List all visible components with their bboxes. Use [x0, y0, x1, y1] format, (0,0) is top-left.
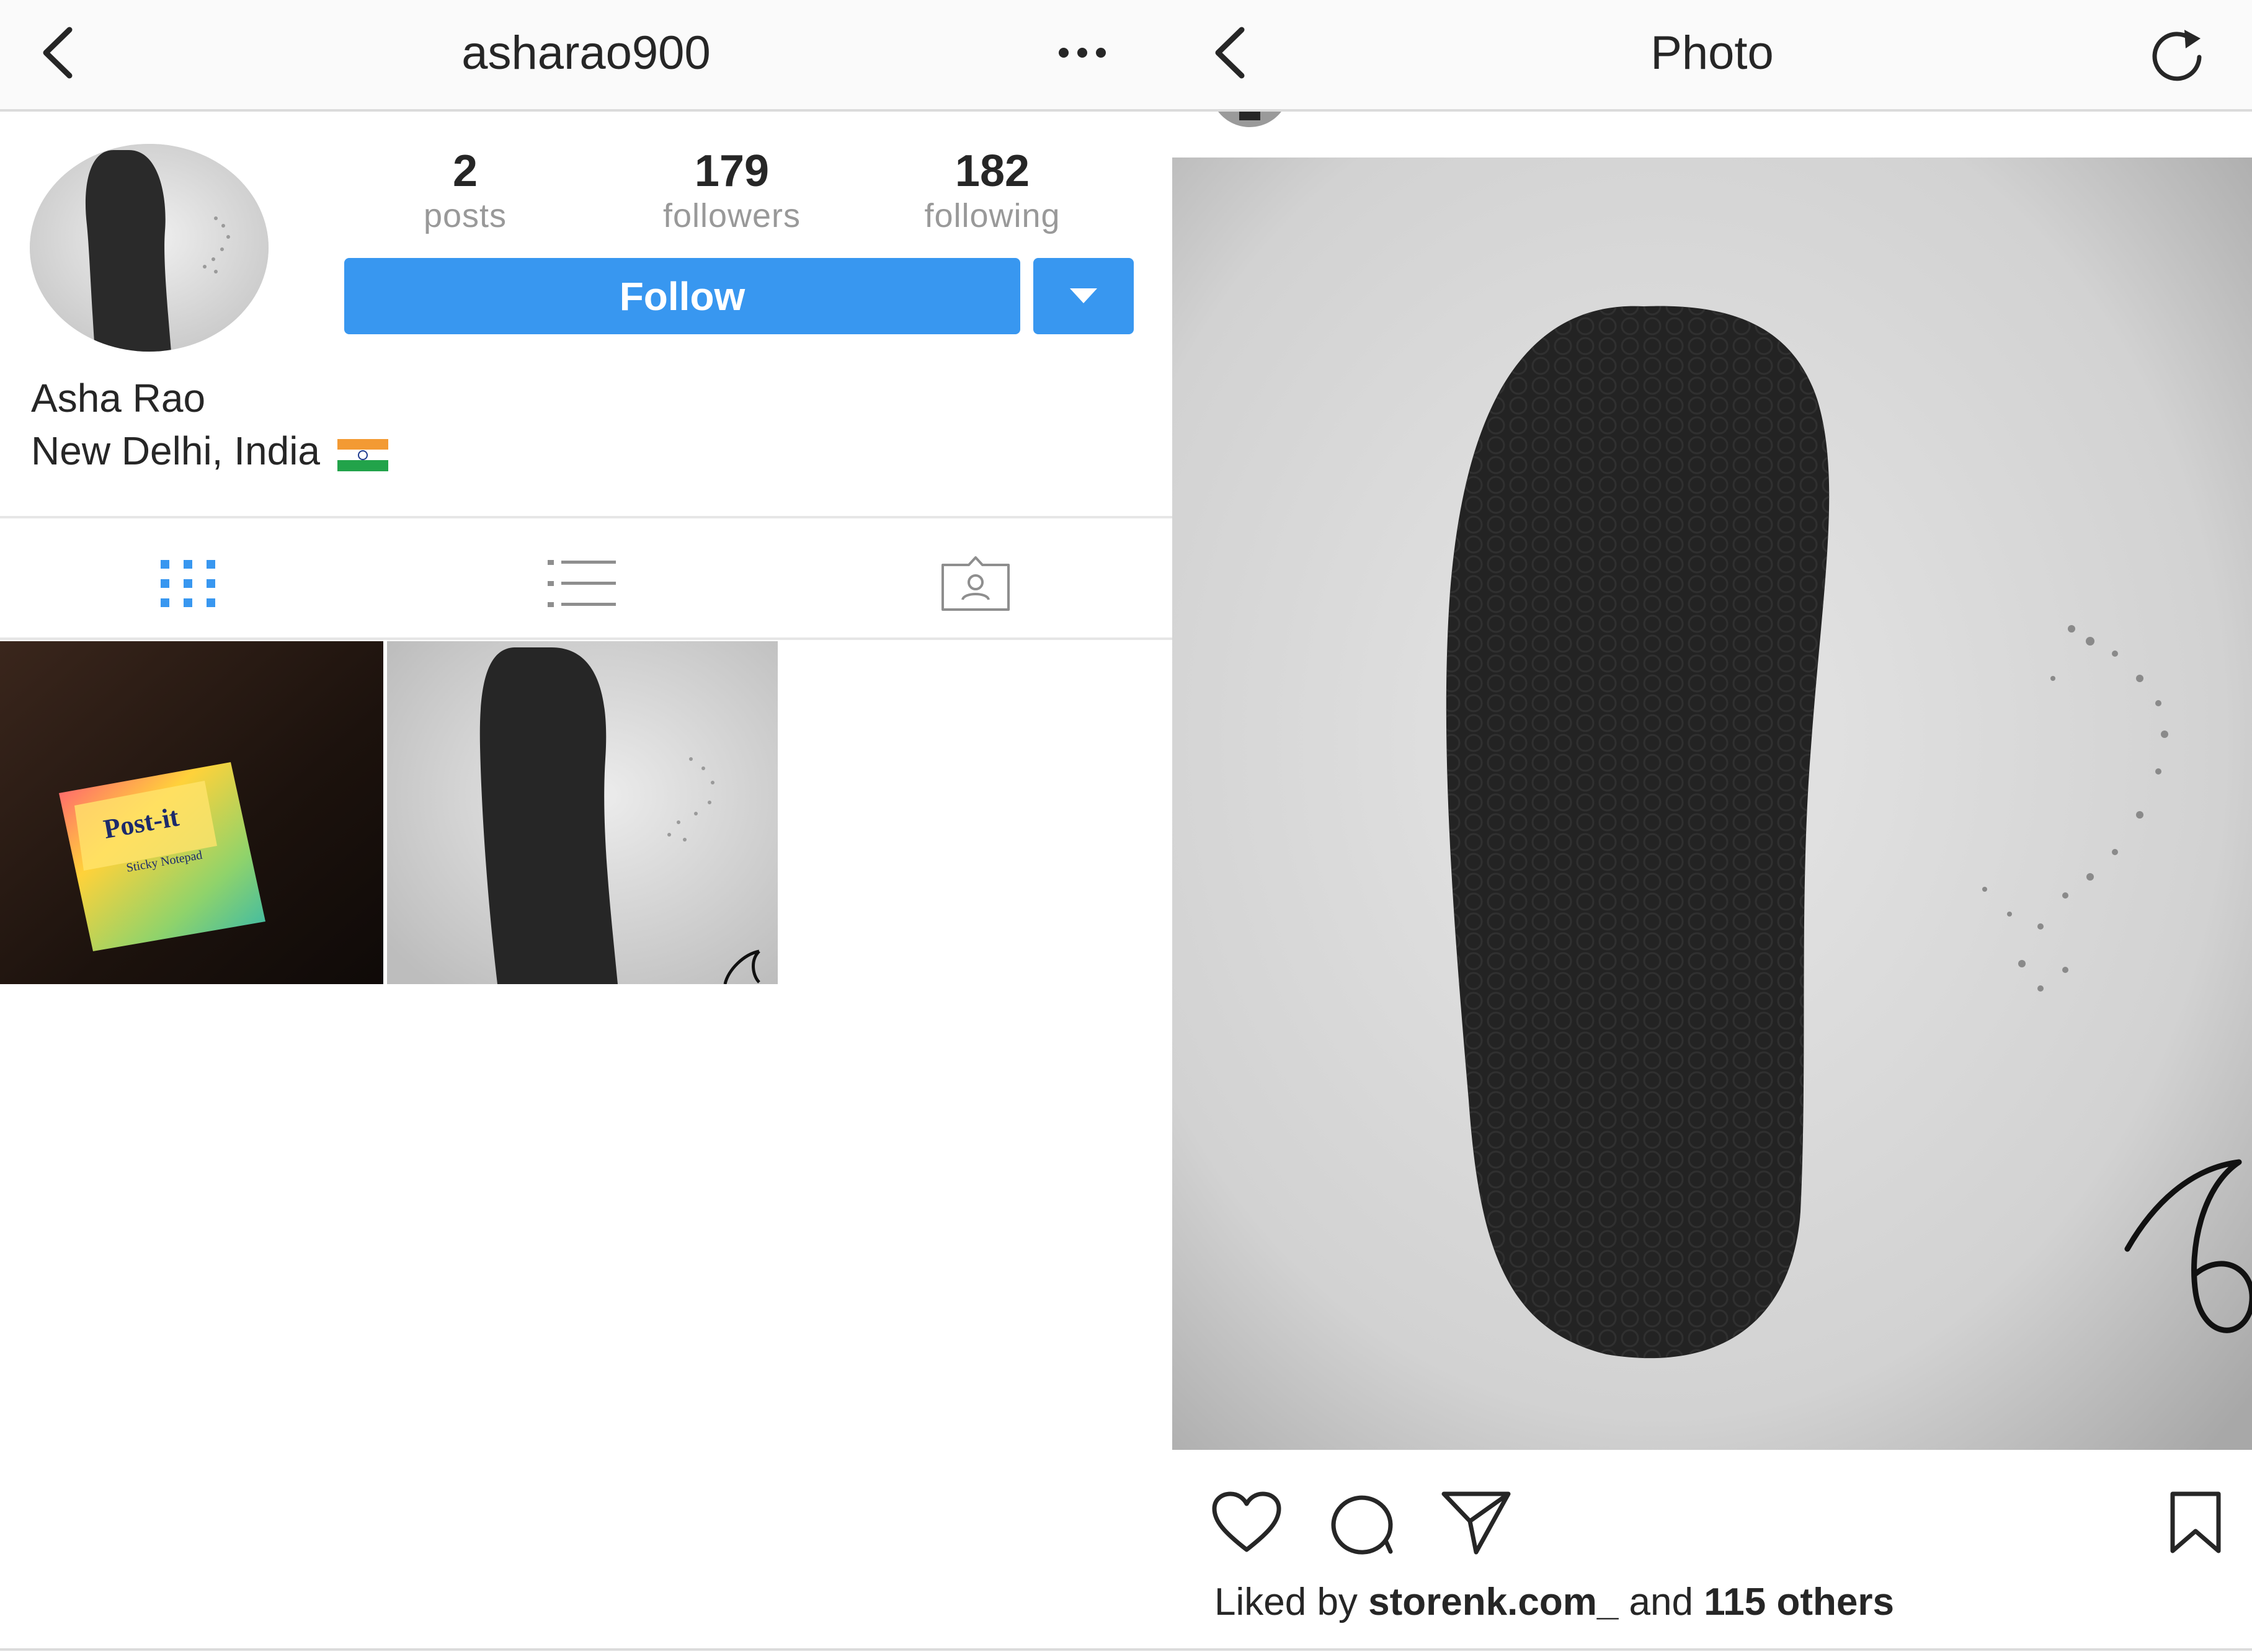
- sandal-photo: [387, 641, 778, 984]
- follow-button[interactable]: Follow: [344, 258, 1020, 334]
- likes-prefix: Liked by: [1214, 1581, 1369, 1623]
- share-button[interactable]: [1439, 1485, 1513, 1560]
- liker-username[interactable]: storenk.com_: [1368, 1581, 1618, 1623]
- likes-count[interactable]: 115 others: [1704, 1581, 1894, 1623]
- profile-bio-text: New Delhi, India: [31, 429, 320, 473]
- posts-label: posts: [423, 197, 507, 234]
- following-count: 182: [955, 146, 1030, 196]
- tagged-person-icon: [941, 556, 1010, 611]
- grid-icon: [161, 560, 215, 607]
- bookmark-icon: [2170, 1491, 2221, 1553]
- photo-screen: Photo Liked by storenk.com_ and 115 othe…: [1172, 0, 2252, 1652]
- following-label: following: [924, 197, 1061, 234]
- sticky-note-photo: Post-it Sticky Notepad: [0, 641, 383, 984]
- tab-list[interactable]: [541, 549, 622, 618]
- india-flag-icon: [337, 435, 388, 471]
- profile-username: asharao900: [461, 26, 711, 79]
- post-thumbnail-sticky-note[interactable]: Post-it Sticky Notepad: [0, 641, 383, 984]
- profile-stats: 2 posts 179 followers 182 following: [347, 144, 1135, 237]
- profile-navbar: asharao900: [0, 0, 1172, 112]
- profile-bio: New Delhi, India: [31, 428, 388, 474]
- likes-middle: and: [1618, 1581, 1704, 1623]
- profile-screen: asharao900 2 posts 179 followers 182 fol…: [0, 0, 1172, 1652]
- posts-count: 2: [452, 146, 478, 196]
- list-icon: [548, 560, 616, 607]
- more-horizontal-icon[interactable]: [1048, 19, 1116, 87]
- post-photo[interactable]: [1172, 158, 2252, 1450]
- chevron-left-icon[interactable]: [25, 19, 93, 87]
- followers-label: followers: [662, 197, 801, 234]
- comment-button[interactable]: [1324, 1485, 1399, 1560]
- likes-summary: Liked by storenk.com_ and 115 others: [1214, 1580, 1894, 1624]
- tab-grid[interactable]: [148, 549, 228, 618]
- comment-icon: [1331, 1495, 1393, 1555]
- profile-tabbar: [0, 516, 1172, 640]
- posts-stat[interactable]: 2 posts: [347, 144, 583, 237]
- send-icon: [1441, 1491, 1511, 1555]
- followers-stat[interactable]: 179 followers: [614, 144, 850, 237]
- tab-tagged[interactable]: [935, 549, 1016, 618]
- like-button[interactable]: [1209, 1485, 1284, 1560]
- sandal-photo: [1172, 158, 2252, 1450]
- chevron-left-icon[interactable]: [1197, 19, 1265, 87]
- photo-navbar: Photo: [1172, 0, 2252, 112]
- caret-down-icon: [1070, 288, 1097, 303]
- followers-count: 179: [694, 146, 770, 196]
- avatar[interactable]: [30, 144, 269, 352]
- heart-icon: [1212, 1491, 1281, 1552]
- photo-title: Photo: [1650, 26, 1774, 79]
- bottom-divider: [0, 1648, 2252, 1651]
- suggestions-dropdown-button[interactable]: [1033, 258, 1134, 334]
- save-button[interactable]: [2158, 1485, 2233, 1560]
- following-stat[interactable]: 182 following: [875, 144, 1110, 237]
- post-actions: [1172, 1476, 2252, 1563]
- profile-full-name: Asha Rao: [31, 376, 206, 420]
- post-thumbnail-sandal[interactable]: [387, 641, 778, 984]
- refresh-icon[interactable]: [2140, 19, 2214, 93]
